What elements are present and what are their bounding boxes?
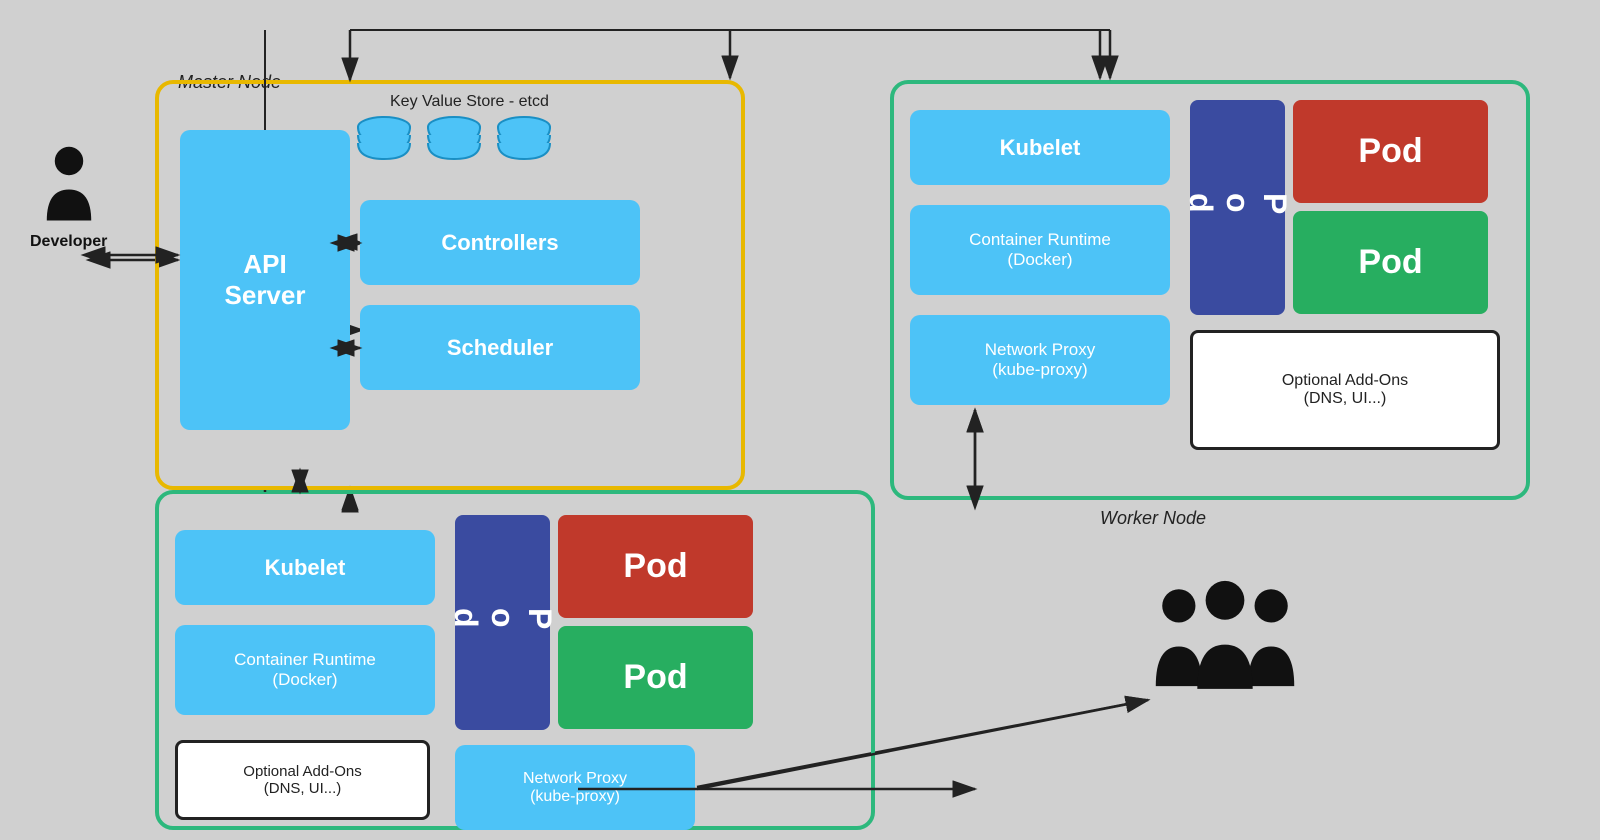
controllers-label: Controllers	[441, 230, 558, 256]
db-icon-1	[355, 115, 413, 167]
scheduler-label: Scheduler	[447, 335, 553, 361]
pod-stack-bl: Pod Pod	[558, 515, 753, 735]
developer-label: Developer	[30, 233, 107, 251]
optional-addons-tr-line2: (DNS, UI...)	[1304, 390, 1387, 408]
optional-addons-tr-block: Optional Add-Ons (DNS, UI...)	[1190, 330, 1500, 450]
worker-node-label: Worker Node	[1100, 508, 1206, 529]
pod-green-tr-label: Pod	[1358, 243, 1422, 282]
diagram-container: Master Node APIServer Key Value Store - …	[0, 0, 1600, 840]
kubelet-tr-block: Kubelet	[910, 110, 1170, 185]
kubelet-tr-label: Kubelet	[1000, 135, 1081, 161]
users-icon	[1150, 580, 1300, 700]
optional-addons-bl-block: Optional Add-Ons (DNS, UI...)	[175, 740, 430, 820]
kubelet-bl-block: Kubelet	[175, 530, 435, 605]
kubelet-bl-label: Kubelet	[265, 555, 346, 581]
etcd-label: Key Value Store - etcd	[390, 93, 549, 111]
api-server-block: APIServer	[180, 130, 350, 430]
container-runtime-bl-label: Container Runtime(Docker)	[234, 650, 376, 690]
pod-green-bl: Pod	[558, 626, 753, 729]
controllers-block: Controllers	[360, 200, 640, 285]
pod-blue-bl: Pod	[455, 515, 550, 730]
container-runtime-tr-label: Container Runtime(Docker)	[969, 230, 1111, 270]
developer-icon	[34, 145, 104, 225]
etcd-icons	[355, 115, 553, 167]
pod-container-tr: Pod Pod Pod	[1190, 100, 1500, 320]
network-proxy-tr-block: Network Proxy(kube-proxy)	[910, 315, 1170, 405]
pod-blue-tr: Pod	[1190, 100, 1285, 315]
pod-stack-tr: Pod Pod	[1293, 100, 1488, 320]
pod-blue-tr-label: Pod	[1182, 193, 1293, 222]
db-icon-3	[495, 115, 553, 167]
pod-green-bl-label: Pod	[623, 658, 687, 697]
scheduler-block: Scheduler	[360, 305, 640, 390]
network-proxy-tr-label: Network Proxy(kube-proxy)	[985, 340, 1096, 380]
users-figure	[1150, 580, 1300, 700]
container-runtime-bl-block: Container Runtime(Docker)	[175, 625, 435, 715]
pod-container-bl: Pod Pod Pod	[455, 515, 765, 735]
pod-green-tr: Pod	[1293, 211, 1488, 314]
pod-blue-bl-label: Pod	[447, 608, 558, 637]
network-proxy-bl-label: Network Proxy(kube-proxy)	[523, 770, 627, 806]
network-proxy-bl-block: Network Proxy(kube-proxy)	[455, 745, 695, 830]
api-server-label: APIServer	[225, 249, 306, 311]
pod-red-bl: Pod	[558, 515, 753, 618]
pod-red-bl-label: Pod	[623, 547, 687, 586]
developer-figure: Developer	[30, 145, 107, 251]
pod-red-tr-label: Pod	[1358, 132, 1422, 171]
container-runtime-tr-block: Container Runtime(Docker)	[910, 205, 1170, 295]
optional-addons-tr-line1: Optional Add-Ons	[1282, 372, 1408, 390]
pod-red-tr: Pod	[1293, 100, 1488, 203]
db-icon-2	[425, 115, 483, 167]
optional-addons-bl-line1: Optional Add-Ons	[243, 763, 361, 780]
optional-addons-bl-line2: (DNS, UI...)	[264, 780, 342, 797]
